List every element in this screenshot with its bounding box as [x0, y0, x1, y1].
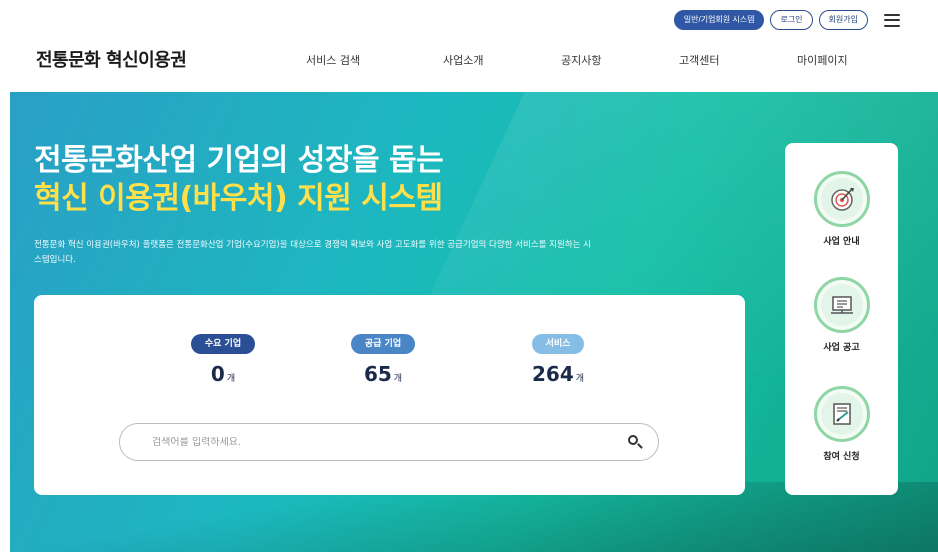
hamburger-menu-icon[interactable]	[884, 13, 900, 27]
stat-value: 264 개	[531, 362, 585, 386]
quick-menu: 사업 안내 사업 공고 참여 신청	[785, 143, 898, 495]
main-navigation: 서비스 검색 사업소개 공지사항 고객센터 마이페이지	[0, 52, 938, 70]
search-card: 수요 기업 0개 공급 기업 65 개 서비스 264 개	[34, 295, 745, 495]
stat-label: 서비스	[531, 334, 585, 354]
quick-item-label: 사업 공고	[823, 343, 860, 353]
stat-demand-companies: 수요 기업 0개	[173, 331, 273, 386]
quick-item-label: 사업 안내	[823, 237, 860, 247]
nav-business-intro[interactable]: 사업소개	[443, 52, 483, 68]
application-form-icon	[832, 403, 851, 425]
stat-supply-companies: 공급 기업 65 개	[333, 331, 433, 386]
hero-title: 전통문화산업 기업의 성장을 돕는 혁신 이용권(바우처) 지원 시스템	[34, 142, 444, 218]
search-box	[119, 423, 659, 461]
quick-item-label: 참여 신청	[823, 452, 860, 462]
signup-button[interactable]: 회원가입	[818, 10, 868, 30]
quick-item-application[interactable]: 참여 신청	[785, 386, 898, 462]
search-icon[interactable]	[626, 433, 644, 451]
stat-label: 수요 기업	[190, 334, 256, 354]
quick-item-business-notice[interactable]: 사업 공고	[785, 277, 898, 353]
nav-customer-center[interactable]: 고객센터	[679, 52, 719, 68]
hero-banner: 전통문화산업 기업의 성장을 돕는 혁신 이용권(바우처) 지원 시스템 전통문…	[10, 92, 938, 552]
quick-item-business-guide[interactable]: 사업 안내	[785, 171, 898, 247]
stat-value: 65 개	[363, 362, 403, 386]
login-button[interactable]: 로그인	[770, 10, 813, 30]
hero-title-line1: 전통문화산업 기업의 성장을 돕는	[34, 143, 444, 178]
notice-board-icon	[830, 296, 853, 314]
nav-mypage[interactable]: 마이페이지	[797, 52, 848, 68]
nav-notice[interactable]: 공지사항	[561, 52, 601, 68]
stat-label: 공급 기업	[350, 334, 416, 354]
stat-services: 서비스 264 개	[508, 331, 608, 386]
nav-service-search[interactable]: 서비스 검색	[306, 52, 360, 68]
search-input[interactable]	[152, 436, 626, 448]
stat-value: 0개	[210, 362, 236, 386]
utility-bar: 일반/기업회원 시스템 로그인 회원가입	[673, 10, 900, 30]
hero-title-line2: 혁신 이용권(바우처) 지원 시스템	[34, 181, 443, 216]
member-system-button[interactable]: 일반/기업회원 시스템	[673, 10, 765, 30]
target-icon	[830, 188, 854, 211]
hero-description: 전통문화 혁신 이용권(바우처) 플랫폼은 전통문화산업 기업(수요기업)을 대…	[34, 240, 591, 265]
